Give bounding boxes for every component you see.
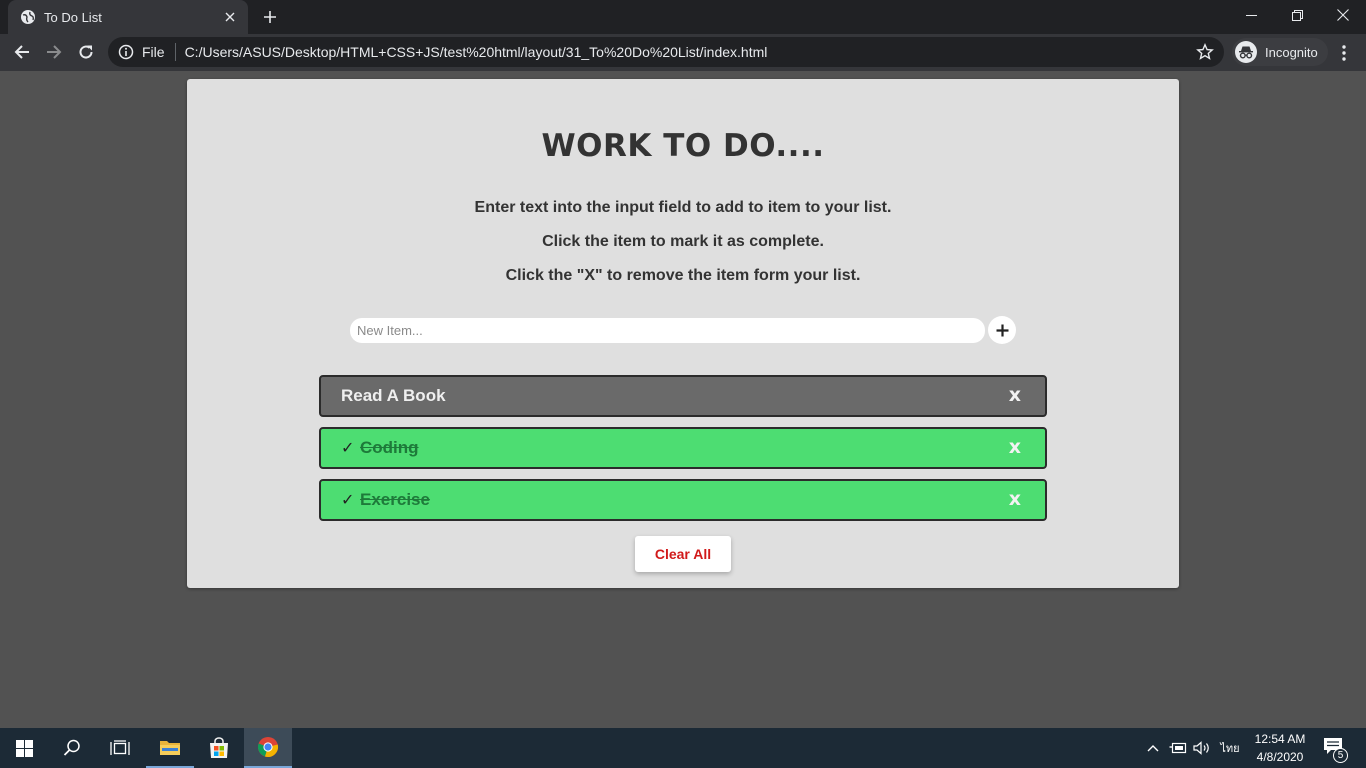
tab-title: To Do List <box>44 9 102 25</box>
minimize-button[interactable] <box>1228 0 1274 30</box>
file-label: File <box>142 44 165 60</box>
remove-item-button[interactable]: x <box>1009 488 1021 510</box>
new-tab-button[interactable] <box>258 6 282 28</box>
clear-all-button[interactable]: Clear All <box>635 536 731 572</box>
checkmark-icon: ✓ <box>341 490 355 509</box>
browser-toolbar: File C:/Users/ASUS/Desktop/HTML+CSS+JS/t… <box>0 34 1366 71</box>
instruction-complete: Click the item to mark it as complete. <box>542 233 824 250</box>
volume-icon[interactable] <box>1191 728 1213 768</box>
windows-start-icon[interactable] <box>0 728 48 768</box>
todo-item-text: Read A Book <box>341 386 446 405</box>
todo-item-read-a-book[interactable]: Read A Book x <box>319 375 1047 417</box>
incognito-badge[interactable]: Incognito <box>1232 38 1328 66</box>
taskbar-clock[interactable]: 12:54 AM 4/8/2020 <box>1244 730 1316 766</box>
language-indicator[interactable]: ไทย <box>1217 728 1243 768</box>
clock-time: 12:54 AM <box>1254 732 1306 746</box>
star-icon[interactable] <box>1196 43 1214 61</box>
todo-item-coding[interactable]: ✓ Coding x <box>319 427 1047 469</box>
globe-icon <box>20 9 36 25</box>
chevron-up-icon[interactable] <box>1143 728 1163 768</box>
chrome-icon[interactable] <box>244 728 292 768</box>
remove-item-button[interactable]: x <box>1009 384 1021 406</box>
restore-button[interactable] <box>1274 0 1320 30</box>
task-view-icon[interactable] <box>96 728 144 768</box>
incognito-icon <box>1235 41 1257 63</box>
tab-close-icon[interactable] <box>222 9 238 25</box>
instruction-add: Enter text into the input field to add t… <box>474 199 892 216</box>
address-bar[interactable]: File C:/Users/ASUS/Desktop/HTML+CSS+JS/t… <box>108 37 1224 67</box>
todo-item-text: Coding <box>360 438 419 457</box>
browser-tabstrip: To Do List <box>0 0 1366 34</box>
todo-item-text: Exercise <box>360 490 430 509</box>
checkmark-icon: ✓ <box>341 438 355 457</box>
clock-date: 4/8/2020 <box>1256 750 1304 764</box>
url-text[interactable]: C:/Users/ASUS/Desktop/HTML+CSS+JS/test%2… <box>185 44 1196 60</box>
add-item-button[interactable] <box>988 316 1016 344</box>
search-icon[interactable] <box>48 728 96 768</box>
incognito-label: Incognito <box>1265 44 1318 60</box>
notification-count: 5 <box>1333 748 1348 763</box>
arrow-right-icon[interactable] <box>40 38 68 66</box>
remove-item-button[interactable]: x <box>1009 436 1021 458</box>
omnibox-divider <box>174 43 176 61</box>
taskbar: ไทย 12:54 AM 4/8/2020 5 <box>0 728 1366 768</box>
plus-icon <box>996 324 1008 336</box>
file-explorer-icon[interactable] <box>146 728 194 768</box>
reload-icon[interactable] <box>72 38 100 66</box>
info-icon[interactable] <box>118 44 134 60</box>
page-title: WORK TO DO.... <box>541 128 825 164</box>
store-icon[interactable] <box>195 728 243 768</box>
arrow-left-icon[interactable] <box>8 38 36 66</box>
todo-item-exercise[interactable]: ✓ Exercise x <box>319 479 1047 521</box>
close-window-button[interactable] <box>1320 0 1366 30</box>
browser-tab[interactable]: To Do List <box>8 0 248 34</box>
battery-icon[interactable] <box>1166 728 1190 768</box>
instruction-remove: Click the "X" to remove the item form yo… <box>505 267 861 284</box>
kebab-icon[interactable] <box>1332 39 1356 67</box>
new-item-input[interactable] <box>350 318 985 343</box>
